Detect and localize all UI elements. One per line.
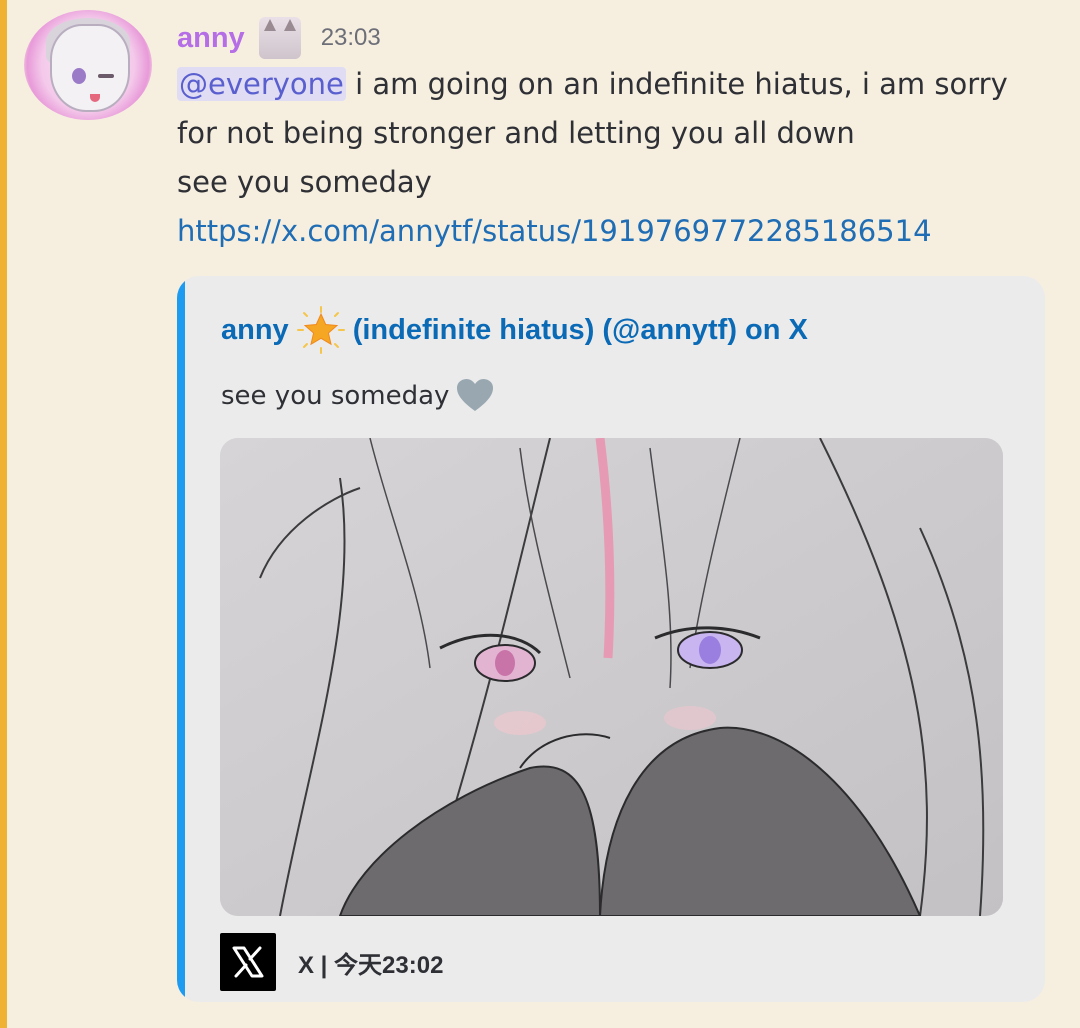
link-embed: anny (indefinite hiatus) (@annytf) on X …	[177, 276, 1045, 1002]
status-link[interactable]: https://x.com/annytf/status/191976977228…	[177, 207, 1057, 256]
timestamp[interactable]: 23:03	[321, 24, 381, 52]
grey-heart-icon	[457, 379, 494, 411]
cat-girl-icon[interactable]	[258, 17, 301, 59]
message-line-1: @everyone i am going on an indefinite hi…	[177, 60, 1057, 109]
sketch-illustration	[220, 438, 1003, 916]
message-line-2: for not being stronger and letting you a…	[177, 116, 855, 150]
avatar-eye	[72, 68, 86, 84]
glowing-star-icon	[296, 306, 345, 354]
mention-highlight-bar	[0, 0, 7, 1028]
message-text-1: i am going on an indefinite hiatus, i am…	[345, 67, 1008, 101]
avatar[interactable]	[24, 10, 152, 120]
x-logo-icon	[220, 933, 276, 991]
everyone-mention[interactable]: @everyone	[177, 67, 346, 101]
embed-title[interactable]: anny (indefinite hiatus) (@annytf) on X	[221, 306, 808, 354]
x-glyph-icon	[232, 946, 264, 978]
embed-footer: X | 今天23:02	[220, 933, 443, 991]
embed-accent-bar	[177, 276, 185, 1002]
embed-author-suffix[interactable]: (indefinite hiatus) (@annytf) on X	[353, 314, 808, 347]
chat-message: anny 23:03 @everyone i am going on an in…	[0, 0, 1080, 1028]
embed-author-name[interactable]: anny	[221, 314, 289, 347]
username[interactable]: anny	[177, 22, 245, 55]
message-header: anny 23:03	[177, 16, 381, 60]
avatar-wink	[98, 74, 114, 78]
message-line-3: see you someday	[177, 165, 432, 199]
embed-image[interactable]	[220, 438, 1003, 916]
embed-description-text: see you someday	[221, 381, 450, 411]
embed-description: see you someday	[221, 376, 495, 416]
message-content: @everyone i am going on an indefinite hi…	[177, 60, 1057, 256]
embed-footer-text: X | 今天23:02	[298, 951, 444, 979]
